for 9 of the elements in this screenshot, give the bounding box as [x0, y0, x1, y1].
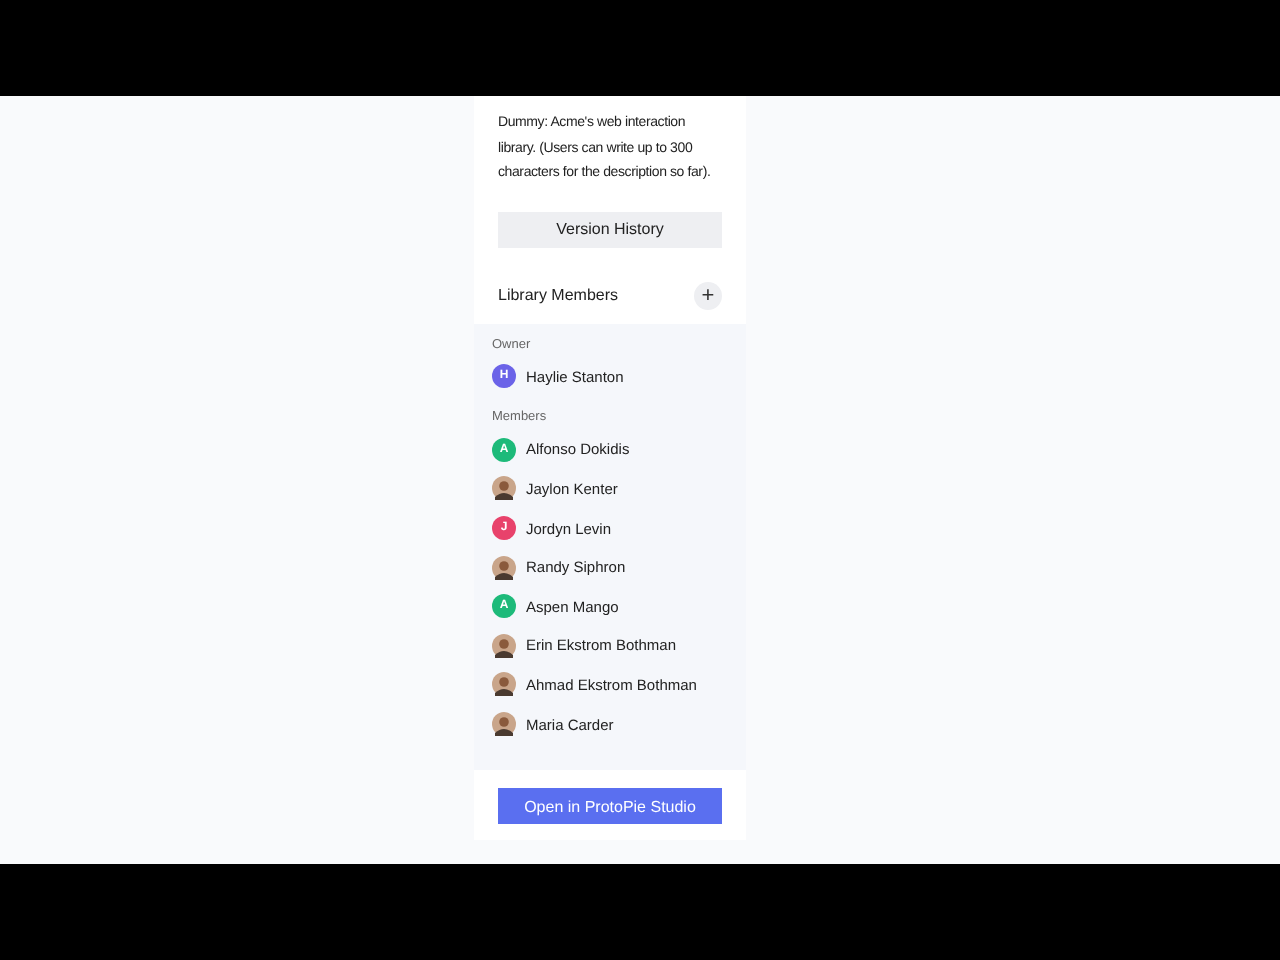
- version-history-button[interactable]: Version History: [498, 211, 722, 247]
- avatar-icon: [492, 476, 516, 501]
- add-member-button[interactable]: +: [694, 281, 722, 309]
- avatar-icon: [492, 672, 516, 697]
- avatar-icon: [492, 712, 516, 737]
- avatar-icon: [492, 633, 516, 658]
- section-title: Library Members: [498, 286, 619, 304]
- open-studio-button[interactable]: Open in ProtoPie Studio: [498, 788, 722, 824]
- avatar-icon: [492, 555, 516, 580]
